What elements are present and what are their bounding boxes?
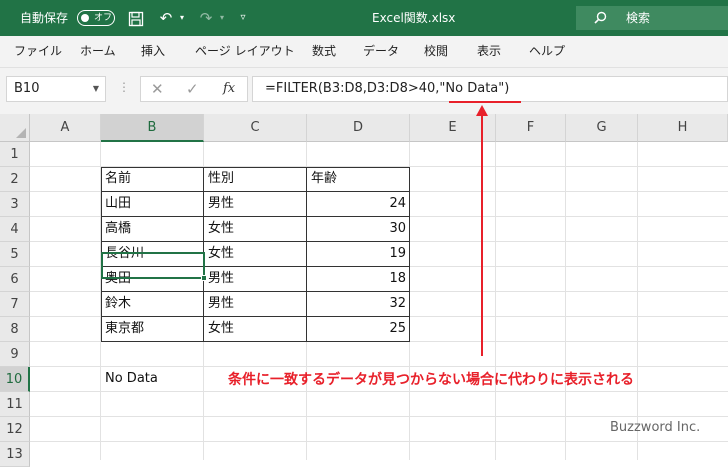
tab-insert[interactable]: 挿入 [141,36,165,66]
row-header-8[interactable]: 8 [0,317,30,342]
watermark: Buzzword Inc. [610,420,701,435]
toggle-knob [81,14,89,22]
tab-page-layout[interactable]: ページ レイアウト [195,36,295,66]
gridline [637,142,638,460]
cell-c5[interactable]: 女性 [204,242,307,267]
tab-file[interactable]: ファイル [14,36,62,66]
tab-home[interactable]: ホーム [80,36,116,66]
cell-d7[interactable]: 32 [307,292,410,317]
active-cell-selection [101,252,205,279]
annotation-arrow [481,112,483,356]
name-box-value: B10 [14,81,40,96]
cell-c3[interactable]: 男性 [204,192,307,217]
select-all-icon [16,128,26,138]
tab-data[interactable]: データ [363,36,399,66]
cell-d5[interactable]: 19 [307,242,410,267]
column-header-b[interactable]: B [101,114,204,142]
cell-d6[interactable]: 18 [307,267,410,292]
formula-prefix: =FILTER(B3:D8,D3:D8>40, [265,81,440,96]
row-header-10[interactable]: 10 [0,367,30,392]
formula-buttons: ✕ ✓ fx [140,76,248,102]
fill-handle[interactable] [201,275,207,281]
select-all-button[interactable] [0,114,30,142]
row-header-6[interactable]: 6 [0,267,30,292]
name-box[interactable]: B10 ▼ [6,76,106,102]
gridline [30,441,728,442]
row-header-9[interactable]: 9 [0,342,30,367]
worksheet-grid[interactable]: A B C D E F G H 1 2 3 4 5 6 7 8 9 10 11 … [0,114,728,467]
row-header-11[interactable]: 11 [0,392,30,417]
search-label: 検索 [626,11,651,25]
cell-c7[interactable]: 男性 [204,292,307,317]
autosave-toggle[interactable]: オフ [77,10,115,26]
tab-review[interactable]: 校閲 [424,36,448,66]
column-header-h[interactable]: H [638,114,728,142]
formula-suffix: ) [504,81,510,96]
name-box-dropdown-icon[interactable]: ▼ [93,77,99,101]
row-header-5[interactable]: 5 [0,242,30,267]
cell-b2[interactable]: 名前 [101,167,204,192]
column-header-c[interactable]: C [204,114,307,142]
formula-highlight-underline [449,101,521,103]
autosave-label: 自動保存 [20,11,69,25]
row-header-1[interactable]: 1 [0,142,30,167]
formula-input[interactable]: =FILTER(B3:D8,D3:D8>40,"No Data") [252,76,728,102]
column-header-g[interactable]: G [566,114,638,142]
toggle-state-text: オフ [94,13,113,23]
column-header-d[interactable]: D [307,114,410,142]
cell-d2[interactable]: 年齢 [307,167,410,192]
row-header-2[interactable]: 2 [0,167,30,192]
cell-c6[interactable]: 男性 [204,267,307,292]
file-title: Excel関数.xlsx [372,11,456,25]
enter-icon[interactable]: ✓ [186,77,199,101]
cell-b3[interactable]: 山田 [101,192,204,217]
redo-icon[interactable]: ↷ [196,0,216,36]
cell-c8[interactable]: 女性 [204,317,307,342]
undo-dropdown-icon[interactable]: ▾ [176,0,188,36]
cell-c2[interactable]: 性別 [204,167,307,192]
cell-d4[interactable]: 30 [307,217,410,242]
gridline [30,416,728,417]
column-header-a[interactable]: A [30,114,101,142]
undo-icon[interactable]: ↶ [156,0,176,36]
row-header-4[interactable]: 4 [0,217,30,242]
cell-d8[interactable]: 25 [307,317,410,342]
formula-bar-splitter-icon[interactable]: ⋮ [118,80,130,94]
cell-c4[interactable]: 女性 [204,217,307,242]
row-header-13[interactable]: 13 [0,442,30,467]
redo-dropdown-icon[interactable]: ▾ [216,0,228,36]
tab-formulas[interactable]: 数式 [312,36,336,66]
row-header-3[interactable]: 3 [0,192,30,217]
search-icon [594,6,607,30]
column-header-f[interactable]: F [496,114,566,142]
gridline [495,142,496,460]
row-header-12[interactable]: 12 [0,417,30,442]
customize-toolbar-icon[interactable]: ▿ [236,0,250,36]
row-header-7[interactable]: 7 [0,292,30,317]
cell-b7[interactable]: 鈴木 [101,292,204,317]
cell-b10[interactable]: No Data [101,367,204,392]
formula-highlight: "No Data" [439,81,505,96]
formula-text: =FILTER(B3:D8,D3:D8>40,"No Data") [265,77,509,101]
cancel-icon[interactable]: ✕ [151,77,164,101]
search-box[interactable]: 検索 [576,6,728,30]
tab-view[interactable]: 表示 [477,36,501,66]
formula-bar: B10 ▼ ⋮ ✕ ✓ fx =FILTER(B3:D8,D3:D8>40,"N… [0,68,728,114]
insert-function-icon[interactable]: fx [223,77,235,101]
column-header-e[interactable]: E [410,114,496,142]
save-icon[interactable] [126,0,146,36]
tab-help[interactable]: ヘルプ [529,36,565,66]
cell-b4[interactable]: 高橋 [101,217,204,242]
ribbon-tabs: ファイル ホーム 挿入 ページ レイアウト 数式 データ 校閲 表示 ヘルプ [0,36,728,68]
cell-d3[interactable]: 24 [307,192,410,217]
title-bar: 自動保存 オフ ↶ ▾ ↷ ▾ ▿ Excel関数.xlsx 検索 [0,0,728,36]
annotation-text: 条件に一致するデータが見つからない場合に代わりに表示される [228,372,634,388]
gridline [565,142,566,460]
cell-b8[interactable]: 東京都 [101,317,204,342]
